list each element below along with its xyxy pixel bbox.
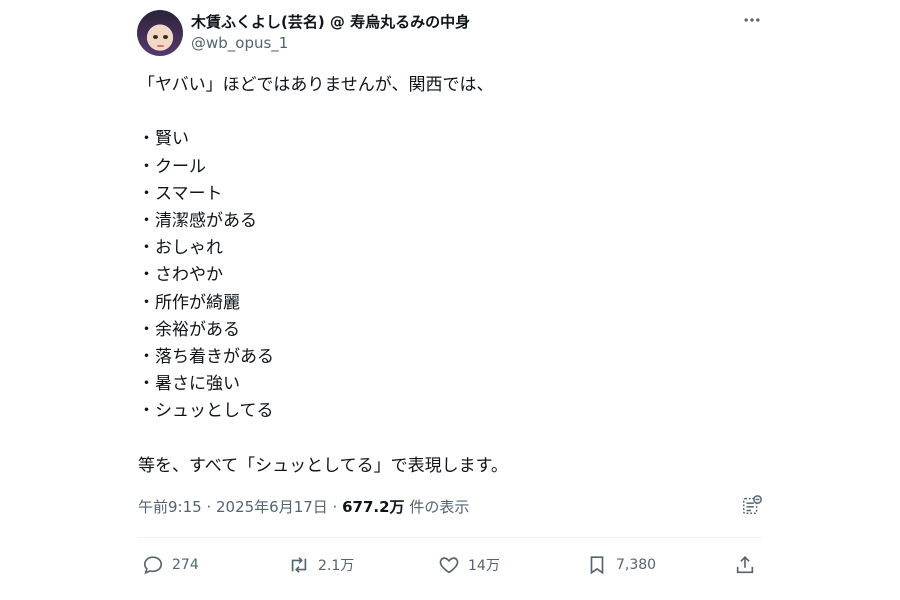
tweet-line (138, 99, 778, 126)
action-bar: 274 2.1万 14万 7,380 (138, 552, 763, 580)
bookmark-button[interactable]: 7,380 (586, 552, 656, 578)
like-count: 14万 (468, 558, 500, 574)
tweet-line: ・賢い (138, 129, 189, 150)
bookmark-count: 7,380 (616, 557, 657, 573)
tweet-line: ・清潔感がある (138, 210, 257, 231)
avatar-eye (153, 35, 158, 39)
like-button[interactable]: 14万 (438, 552, 500, 578)
tweet-meta: 午前9:15 · 2025年6月17日 · 677.2万 件の表示 (138, 496, 469, 517)
more-icon-glyph (744, 18, 760, 22)
divider (138, 537, 763, 538)
more-icon[interactable] (740, 8, 764, 32)
avatar[interactable] (137, 10, 183, 56)
like-icon (439, 557, 459, 574)
tweet-text: 「ヤバい」ほどではありませんが、関西では、 ・賢い ・クール ・スマート ・清潔… (138, 72, 778, 480)
tweet-line: ・落ち着きがある (138, 346, 274, 367)
share-button[interactable] (734, 552, 756, 578)
tweet-line: ・シュッとしてる (138, 401, 274, 422)
tweet-line: ・おしゃれ (138, 238, 223, 259)
analytics-icon[interactable] (741, 494, 763, 516)
user-handle[interactable]: @wb_opus_1 (191, 34, 288, 52)
tweet-line: ・所作が綺麗 (138, 292, 240, 313)
view-label: 件の表示 (404, 498, 470, 516)
display-name[interactable]: 木賃ふくよし(芸名) @ 寿烏丸るみの中身 (191, 11, 470, 32)
view-count: 677.2万 (342, 498, 405, 516)
tweet-line: ・スマート (138, 183, 223, 204)
tweet-line: ・余裕がある (138, 319, 240, 340)
tweet-line: 等を、すべて「シュッとしてる」で表現します。 (138, 455, 508, 476)
tweet-line: ・暑さに強い (138, 374, 240, 395)
bookmark-icon (590, 556, 604, 575)
avatar-mouth (157, 45, 164, 47)
tweet-line: ・クール (138, 156, 206, 177)
analytics-icon-glyph (743, 495, 762, 514)
retweet-button[interactable]: 2.1万 (288, 552, 354, 578)
tweet: 木賃ふくよし(芸名) @ 寿烏丸るみの中身 @wb_opus_1 「ヤバい」ほど… (0, 0, 900, 600)
retweet-count: 2.1万 (318, 558, 355, 574)
retweet-icon (291, 557, 307, 573)
reply-button[interactable]: 274 (142, 552, 199, 578)
tweet-line: 「ヤバい」ほどではありませんが、関西では、 (138, 75, 494, 95)
tweet-line (138, 425, 778, 452)
reply-icon (143, 556, 163, 575)
avatar-eye (163, 35, 168, 39)
tweet-line: ・さわやか (138, 265, 223, 286)
timestamp[interactable]: 午前9:15 · 2025年6月17日 · (138, 498, 342, 516)
share-icon (736, 556, 754, 574)
reply-count: 274 (172, 557, 199, 573)
